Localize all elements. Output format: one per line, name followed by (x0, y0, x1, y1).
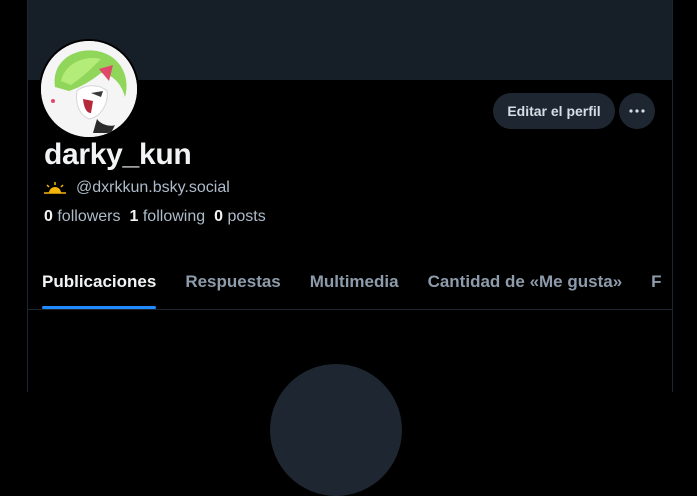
tab-overflow[interactable]: F (637, 262, 672, 309)
tab-label: Respuestas (185, 272, 281, 291)
tabs-divider (28, 309, 672, 310)
edit-profile-button[interactable]: Editar el perfil (493, 93, 615, 129)
handle: @dxrkkun.bsky.social (76, 179, 230, 196)
tab-label: Cantidad de «Me gusta» (427, 272, 623, 291)
followers-stat[interactable]: 0 followers (44, 208, 121, 226)
right-border (672, 0, 673, 392)
posts-stat: 0 posts (214, 208, 266, 226)
avatar-image (41, 41, 137, 137)
more-options-icon (629, 109, 645, 113)
sun-icon (44, 182, 66, 194)
tab-label: F (651, 272, 662, 291)
tab-publicaciones[interactable]: Publicaciones (28, 262, 171, 309)
tab-likes[interactable]: Cantidad de «Me gusta» (414, 262, 638, 309)
loading-placeholder (270, 364, 402, 496)
tab-label: Multimedia (309, 272, 399, 291)
posts-count: 0 (214, 208, 224, 225)
following-count: 1 (129, 208, 139, 225)
profile-tabs: Publicaciones Respuestas Multimedia Cant… (28, 262, 672, 309)
handle-row: @dxrkkun.bsky.social (44, 178, 230, 198)
tab-multimedia[interactable]: Multimedia (296, 262, 414, 309)
following-stat[interactable]: 1 following (130, 208, 206, 226)
followers-label: followers (57, 208, 121, 225)
following-label: following (142, 208, 206, 225)
tab-respuestas[interactable]: Respuestas (171, 262, 295, 309)
display-name: darky_kun (44, 138, 192, 171)
stats-row: 0 followers 1 following 0 posts (44, 208, 266, 226)
followers-count: 0 (44, 208, 53, 225)
posts-label: posts (227, 208, 266, 225)
more-options-button[interactable] (619, 93, 655, 129)
avatar[interactable] (39, 39, 139, 139)
tab-label: Publicaciones (42, 272, 157, 291)
